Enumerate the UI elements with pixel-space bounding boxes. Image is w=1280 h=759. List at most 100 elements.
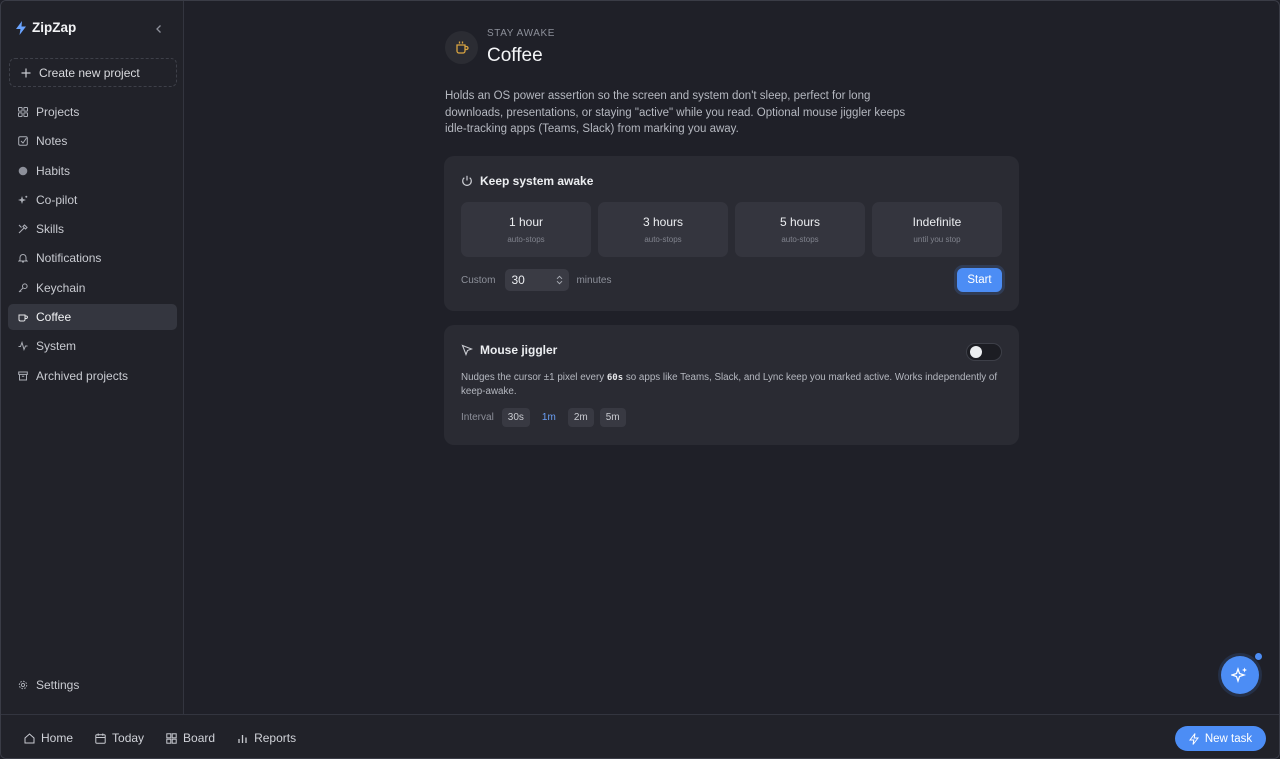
sidebar-item-label: Skills [36,222,65,237]
custom-unit: minutes [576,274,612,286]
home-icon [24,732,35,744]
bottom-item-label: Today [112,731,145,745]
page-overline: STAY AWAKE [487,28,556,39]
duration-label: 5 hours [779,215,821,229]
key-icon [18,283,28,293]
power-icon [461,175,473,187]
duration-1-hour-button[interactable]: 1 hour auto-stops [461,202,591,257]
sidebar-item-habits[interactable]: Habits [8,158,177,184]
sidebar-item-notifications[interactable]: Notifications [8,245,177,271]
bell-icon [18,253,28,263]
stepper-icon[interactable] [556,275,563,285]
cursor-icon [461,344,473,356]
ai-assistant-button[interactable] [1221,656,1259,694]
sidebar-item-label: Notifications [36,251,102,266]
sidebar-item-notes[interactable]: Notes [8,128,177,154]
keep-awake-card: Keep system awake 1 hour auto-stops 3 ho… [444,156,1019,311]
app-name: ZipZap [32,20,77,35]
bottom-item-label: Home [41,731,74,745]
page-description: Holds an OS power assertion so the scree… [445,90,906,135]
sidebar-item-coffee[interactable]: Coffee [8,304,177,331]
interval-selector: Interval 30s 1m 2m 5m [461,408,626,427]
bottom-item-label: Reports [254,731,297,745]
page-title: Coffee [487,45,543,66]
sparkles-icon [1231,666,1249,684]
sidebar-item-co-pilot[interactable]: Co-pilot [8,187,177,213]
bottom-item-home[interactable]: Home [24,731,73,745]
sidebar-nav: Projects Notes Habits Co-pilot Skills No… [8,99,177,392]
duration-label: 3 hours [642,215,684,229]
brand[interactable]: ZipZap [15,20,76,35]
circle-icon [18,166,28,176]
collapse-sidebar-icon[interactable] [153,23,165,35]
sidebar-item-label: Notes [36,134,68,149]
calendar-icon [95,733,106,744]
sidebar-item-label: System [36,339,77,354]
interval-2m-chip[interactable]: 2m [567,408,594,427]
sidebar-item-projects[interactable]: Projects [8,99,177,125]
duration-3-hours-button[interactable]: 3 hours auto-stops [598,202,728,257]
bar-chart-icon [237,733,248,744]
duration-sublabel: auto-stops [781,235,819,244]
bottom-item-board[interactable]: Board [166,731,215,745]
bottom-nav: Home Today Board Reports [24,715,296,758]
sidebar-item-label: Keychain [36,280,86,295]
duration-sublabel: auto-stops [507,235,545,244]
bottom-item-label: Board [183,731,216,745]
bottom-item-reports[interactable]: Reports [237,731,296,745]
custom-minutes-value: 30 [511,273,525,287]
archive-icon [18,371,28,381]
mouse-jiggler-description: Nudges the cursor ±1 pixel every 60s so … [461,371,1001,398]
sidebar-item-label: Archived projects [36,368,129,383]
create-project-button[interactable]: Create new project [9,58,177,87]
sidebar-item-label: Coffee [36,310,72,325]
keep-awake-title: Keep system awake [480,174,594,188]
interval-1m-chip[interactable]: 1m [536,408,562,427]
note-icon [18,136,28,147]
app-window: ZipZap Create new project Projects Notes… [0,0,1280,759]
bottom-item-today[interactable]: Today [95,731,144,745]
grid-icon [18,107,28,117]
board-icon [166,732,177,744]
keep-awake-header: Keep system awake [461,174,593,188]
custom-label: Custom [461,274,496,286]
duration-label: 1 hour [508,215,544,229]
bolt-icon [1188,732,1199,745]
interval-5m-chip[interactable]: 5m [599,408,626,427]
mouse-jiggler-header: Mouse jiggler [461,343,557,357]
duration-5-hours-button[interactable]: 5 hours auto-stops [735,202,865,257]
sidebar-item-label: Co-pilot [36,192,78,207]
interval-label: Interval [461,412,494,423]
duration-options: 1 hour auto-stops 3 hours auto-stops 5 h… [461,202,1002,257]
main-content: STAY AWAKE Coffee Holds an OS power asse… [185,1,1279,714]
plus-icon [21,68,31,78]
duration-indefinite-button[interactable]: Indefinite until you stop [872,202,1002,257]
start-button[interactable]: Start [957,268,1002,292]
mouse-jiggler-toggle[interactable] [966,343,1002,361]
coffee-cup-icon [445,31,478,64]
create-project-label: Create new project [39,65,140,80]
new-task-label: New task [1204,732,1253,745]
sidebar-item-settings[interactable]: Settings [8,672,177,701]
duration-label: Indefinite [912,215,962,229]
mouse-jiggler-title: Mouse jiggler [480,343,558,357]
duration-sublabel: auto-stops [644,235,682,244]
sparkles-icon [18,195,28,205]
sidebar-item-archived-projects[interactable]: Archived projects [8,363,177,389]
sidebar-item-skills[interactable]: Skills [8,216,177,242]
interval-30s-chip[interactable]: 30s [501,408,530,427]
custom-duration-row: Custom 30 minutes [461,269,611,291]
custom-minutes-input[interactable]: 30 [505,269,570,291]
sidebar-item-system[interactable]: System [8,333,177,359]
notification-dot [1254,652,1263,661]
settings-row: Settings [8,672,177,698]
activity-icon [18,341,28,352]
sidebar-item-label: Habits [36,163,71,178]
new-task-button[interactable]: New task [1175,726,1266,751]
desc-interval-code: 60s [606,373,624,383]
tools-icon [18,224,28,234]
sidebar: ZipZap Create new project Projects Notes… [1,1,184,714]
mouse-jiggler-card: Mouse jiggler Nudges the cursor ±1 pixel… [444,325,1019,445]
duration-sublabel: until you stop [913,235,961,244]
sidebar-item-keychain[interactable]: Keychain [8,275,177,301]
